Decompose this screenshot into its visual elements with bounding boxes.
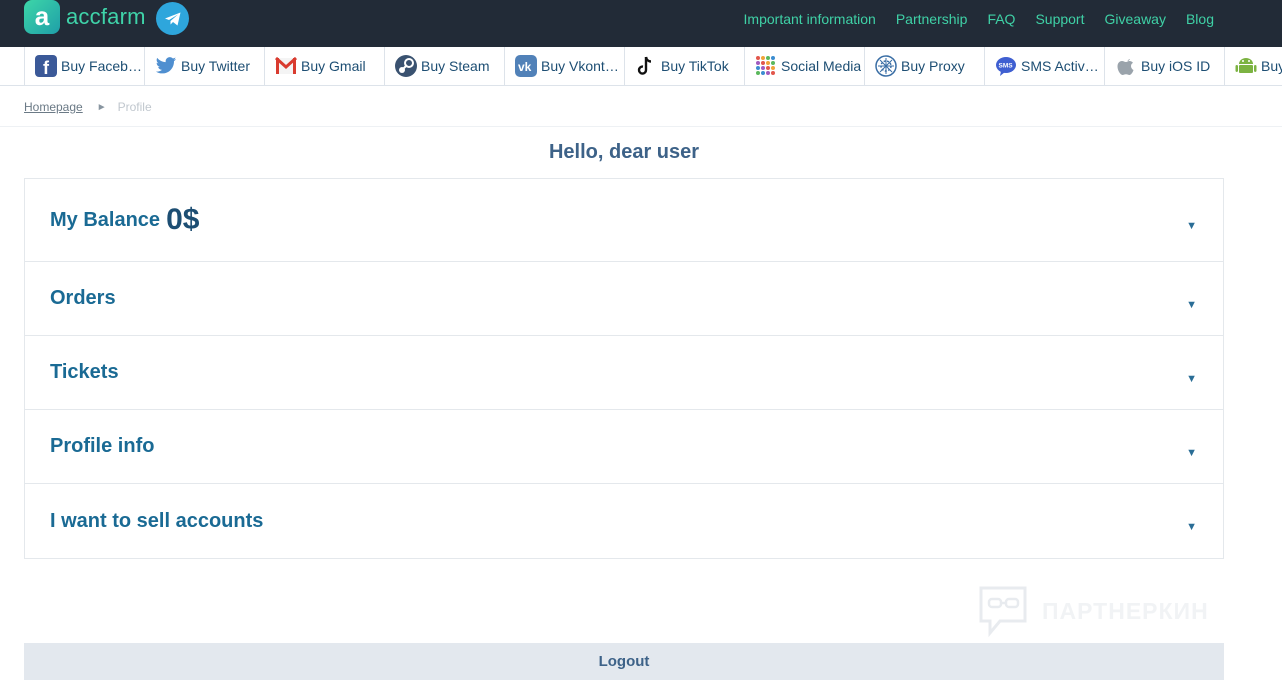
nav-faq[interactable]: FAQ	[987, 11, 1015, 27]
category-label: Buy iOS ID	[1141, 58, 1211, 74]
telegram-icon[interactable]	[156, 2, 189, 35]
category-label: Buy Facebook	[61, 58, 144, 74]
chevron-down-icon: ▼	[1186, 298, 1197, 311]
category-proxy[interactable]: Buy Proxy	[864, 47, 984, 85]
social-grid-icon	[755, 55, 777, 77]
chevron-down-icon: ▼	[1186, 220, 1197, 232]
watermark-logo-icon	[979, 586, 1027, 637]
balance-label: My Balance	[50, 208, 161, 231]
logo-mark: a	[24, 0, 60, 34]
sms-icon: SMS	[995, 55, 1017, 77]
tickets-label: Tickets	[50, 361, 119, 383]
steam-icon	[395, 55, 417, 77]
sell-accounts-label: I want to sell accounts	[50, 509, 264, 532]
logout-button[interactable]: Logout	[24, 643, 1224, 680]
category-facebook[interactable]: f Buy Facebook	[24, 47, 144, 85]
category-label: Buy Proxy	[901, 58, 965, 74]
site-logo[interactable]: a accfarm	[24, 0, 146, 34]
chevron-down-icon: ▼	[1186, 521, 1197, 533]
svg-text:vk: vk	[518, 60, 532, 74]
profile-info-section-toggle[interactable]: Profile info ▼	[25, 410, 1223, 484]
vk-icon: vk	[515, 55, 537, 77]
top-nav: Important information Partnership FAQ Su…	[744, 11, 1214, 27]
category-social-media[interactable]: Social Media	[744, 47, 864, 85]
category-sms-activation[interactable]: SMS SMS Activation	[984, 47, 1104, 85]
watermark: ПАРТНЕРКИН	[978, 585, 1209, 637]
android-icon	[1235, 55, 1257, 77]
profile-accordion: My Balance 0$ ▼ Orders ▼ Tickets ▼ Profi…	[24, 178, 1224, 559]
tickets-section-toggle[interactable]: Tickets ▼	[25, 336, 1223, 410]
category-vkontakte[interactable]: vk Buy Vkontakte	[504, 47, 624, 85]
proxy-icon	[875, 55, 897, 77]
twitter-icon	[155, 55, 177, 77]
apple-icon	[1115, 55, 1137, 77]
balance-section-toggle[interactable]: My Balance 0$ ▼	[25, 179, 1223, 262]
breadcrumb-current: Profile	[117, 100, 152, 114]
orders-label: Orders	[50, 287, 116, 309]
category-twitter[interactable]: Buy Twitter	[144, 47, 264, 85]
nav-important-information[interactable]: Important information	[744, 11, 876, 27]
category-label: Buy Twitter	[181, 58, 250, 74]
gmail-icon	[275, 55, 297, 77]
category-bar: f Buy Facebook Buy Twitter Buy Gmail Buy…	[0, 47, 1282, 86]
category-ios[interactable]: Buy iOS ID	[1104, 47, 1224, 85]
category-tiktok[interactable]: Buy TikTok	[624, 47, 744, 85]
nav-support[interactable]: Support	[1035, 11, 1084, 27]
balance-value: 0$	[166, 203, 200, 236]
watermark-text: ПАРТНЕРКИН	[1042, 597, 1209, 624]
category-label: Social Media	[781, 58, 862, 74]
nav-giveaway[interactable]: Giveaway	[1105, 11, 1166, 27]
top-header: a accfarm Important information Partners…	[0, 0, 1282, 47]
breadcrumb: Homepage ► Profile	[24, 100, 152, 114]
tiktok-icon	[635, 55, 657, 77]
category-label: Buy Android	[1261, 58, 1282, 74]
chevron-down-icon: ▼	[1186, 446, 1197, 459]
category-steam[interactable]: Buy Steam	[384, 47, 504, 85]
page-title: Hello, dear user	[548, 141, 700, 163]
profile-info-label: Profile info	[50, 435, 155, 457]
nav-partnership[interactable]: Partnership	[896, 11, 968, 27]
svg-text:f: f	[43, 58, 50, 77]
category-label: Buy Steam	[421, 58, 490, 74]
orders-section-toggle[interactable]: Orders ▼	[25, 262, 1223, 336]
category-label: Buy Gmail	[301, 58, 366, 74]
category-label: SMS Activation	[1021, 58, 1104, 74]
category-gmail[interactable]: Buy Gmail	[264, 47, 384, 85]
svg-text:SMS: SMS	[999, 63, 1014, 70]
facebook-icon: f	[35, 55, 57, 77]
breadcrumb-separator-icon: ►	[96, 101, 107, 113]
category-android[interactable]: Buy Android	[1224, 47, 1282, 85]
logo-text: accfarm	[66, 4, 146, 29]
chevron-down-icon: ▼	[1186, 372, 1197, 385]
nav-blog[interactable]: Blog	[1186, 11, 1214, 27]
category-label: Buy Vkontakte	[541, 58, 624, 74]
sell-accounts-section-toggle[interactable]: I want to sell accounts ▼	[25, 484, 1223, 558]
breadcrumb-home-link[interactable]: Homepage	[24, 100, 83, 114]
divider	[0, 126, 1282, 127]
category-label: Buy TikTok	[661, 58, 729, 74]
